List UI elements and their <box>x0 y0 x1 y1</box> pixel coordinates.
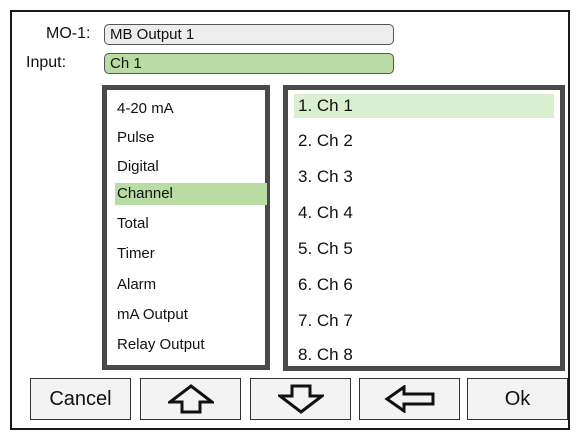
down-button[interactable] <box>250 378 351 420</box>
channel-item-2[interactable]: 2. Ch 2 <box>294 129 554 153</box>
type-item-total[interactable]: Total <box>115 213 149 235</box>
type-item-ma-output[interactable]: mA Output <box>115 304 188 326</box>
type-item-relay-output[interactable]: Relay Output <box>115 334 205 356</box>
channel-item-4[interactable]: 4. Ch 4 <box>294 201 554 225</box>
input-field[interactable]: Ch 1 <box>104 53 394 74</box>
channel-item-7[interactable]: 7. Ch 7 <box>294 309 554 333</box>
channel-item-1[interactable]: 1. Ch 1 <box>294 94 554 118</box>
type-item-alarm[interactable]: Alarm <box>115 274 156 296</box>
type-item-digital[interactable]: Digital <box>115 156 159 178</box>
input-label: Input: <box>26 54 67 71</box>
input-type-list[interactable]: 4-20 mA Pulse Digital Channel Total Time… <box>102 85 270 370</box>
left-arrow-icon <box>383 385 434 413</box>
down-arrow-icon <box>277 384 324 414</box>
channel-item-5[interactable]: 5. Ch 5 <box>294 237 554 261</box>
up-button[interactable] <box>140 378 241 420</box>
mo-label: MO-1: <box>46 25 91 42</box>
cancel-button[interactable]: Cancel <box>30 378 131 420</box>
channel-item-6[interactable]: 6. Ch 6 <box>294 273 554 297</box>
type-item-channel[interactable]: Channel <box>115 183 267 205</box>
channel-item-8[interactable]: 8. Ch 8 <box>294 343 554 367</box>
back-button[interactable] <box>359 378 460 420</box>
ok-button[interactable]: Ok <box>467 378 568 420</box>
up-arrow-icon <box>167 384 214 414</box>
mo-name-field[interactable]: MB Output 1 <box>104 24 394 45</box>
type-item-pulse[interactable]: Pulse <box>115 127 155 149</box>
channel-item-3[interactable]: 3. Ch 3 <box>294 165 554 189</box>
type-item-timer[interactable]: Timer <box>115 243 155 265</box>
type-item-4-20ma[interactable]: 4-20 mA <box>115 98 174 120</box>
channel-list[interactable]: 1. Ch 1 2. Ch 2 3. Ch 3 4. Ch 4 5. Ch 5 … <box>283 85 565 371</box>
